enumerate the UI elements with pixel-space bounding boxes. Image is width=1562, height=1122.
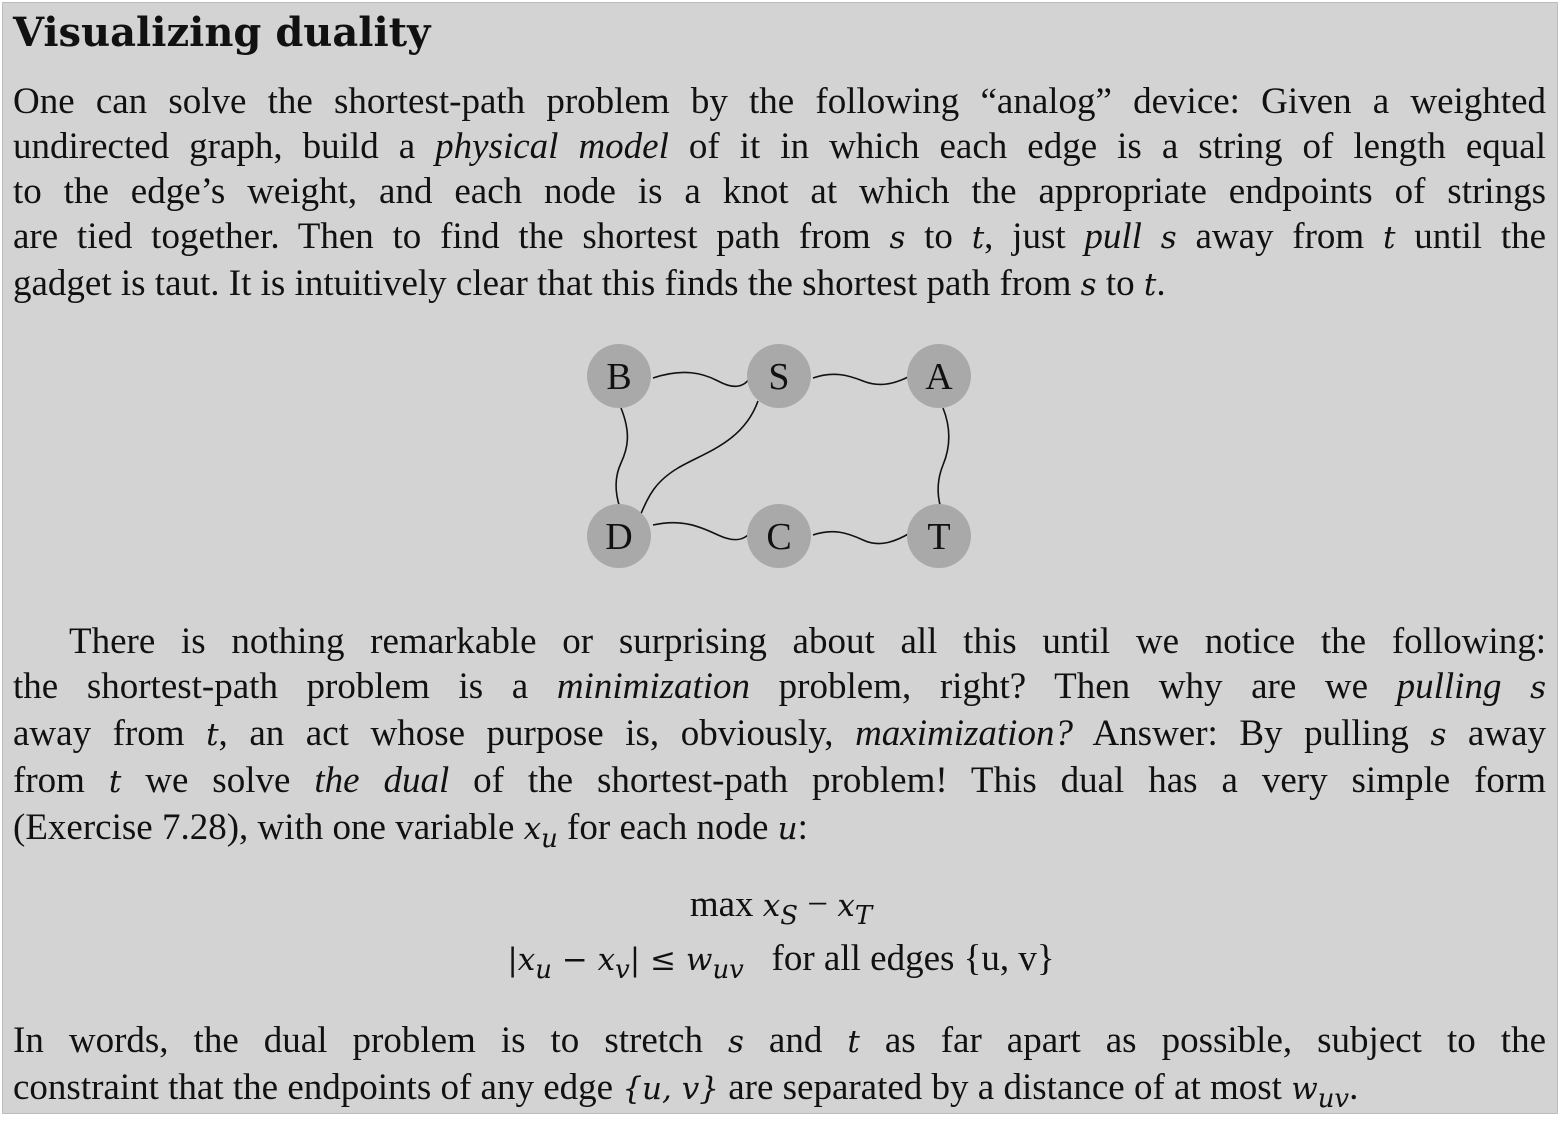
- text-line: constraint that the endpoints of any edg…: [13, 1067, 1359, 1114]
- node-label-d: D: [605, 516, 632, 558]
- edge-s-d: [638, 400, 759, 519]
- text-line: from t we solve the dual of the shortest…: [13, 760, 1546, 801]
- node-label-t: T: [927, 516, 950, 558]
- edge-s-a: [812, 373, 911, 386]
- content-panel: Visualizing duality One can solve the sh…: [2, 2, 1558, 1114]
- duality-paragraph: There is nothing remarkable or surprisin…: [13, 619, 1546, 862]
- edge-b-d: [615, 407, 629, 509]
- text-line: There is nothing remarkable or surprisin…: [69, 621, 1546, 662]
- text-line: away from t, an act whose purpose is, ob…: [13, 713, 1546, 754]
- constraint-equation: |xu − xv| ≤ wuv for all edges {u, v}: [507, 938, 1055, 985]
- edge-a-t: [937, 407, 950, 509]
- edge-d-c: [652, 521, 751, 541]
- conclusion-paragraph: In words, the dual problem is to stretch…: [13, 1018, 1546, 1122]
- node-label-a: A: [925, 356, 953, 398]
- node-label-s: S: [768, 356, 789, 398]
- node-label-c: C: [766, 516, 791, 558]
- edge-b-s: [652, 371, 751, 388]
- text-line: the shortest-path problem is a minimizat…: [13, 666, 1547, 707]
- edge-c-t: [812, 530, 911, 545]
- text-line: In words, the dual problem is to stretch…: [13, 1020, 1546, 1061]
- objective-equation: max xS − xT: [689, 884, 873, 931]
- node-label-b: B: [606, 356, 631, 398]
- text-line: (Exercise 7.28), with one variable xu fo…: [13, 807, 808, 854]
